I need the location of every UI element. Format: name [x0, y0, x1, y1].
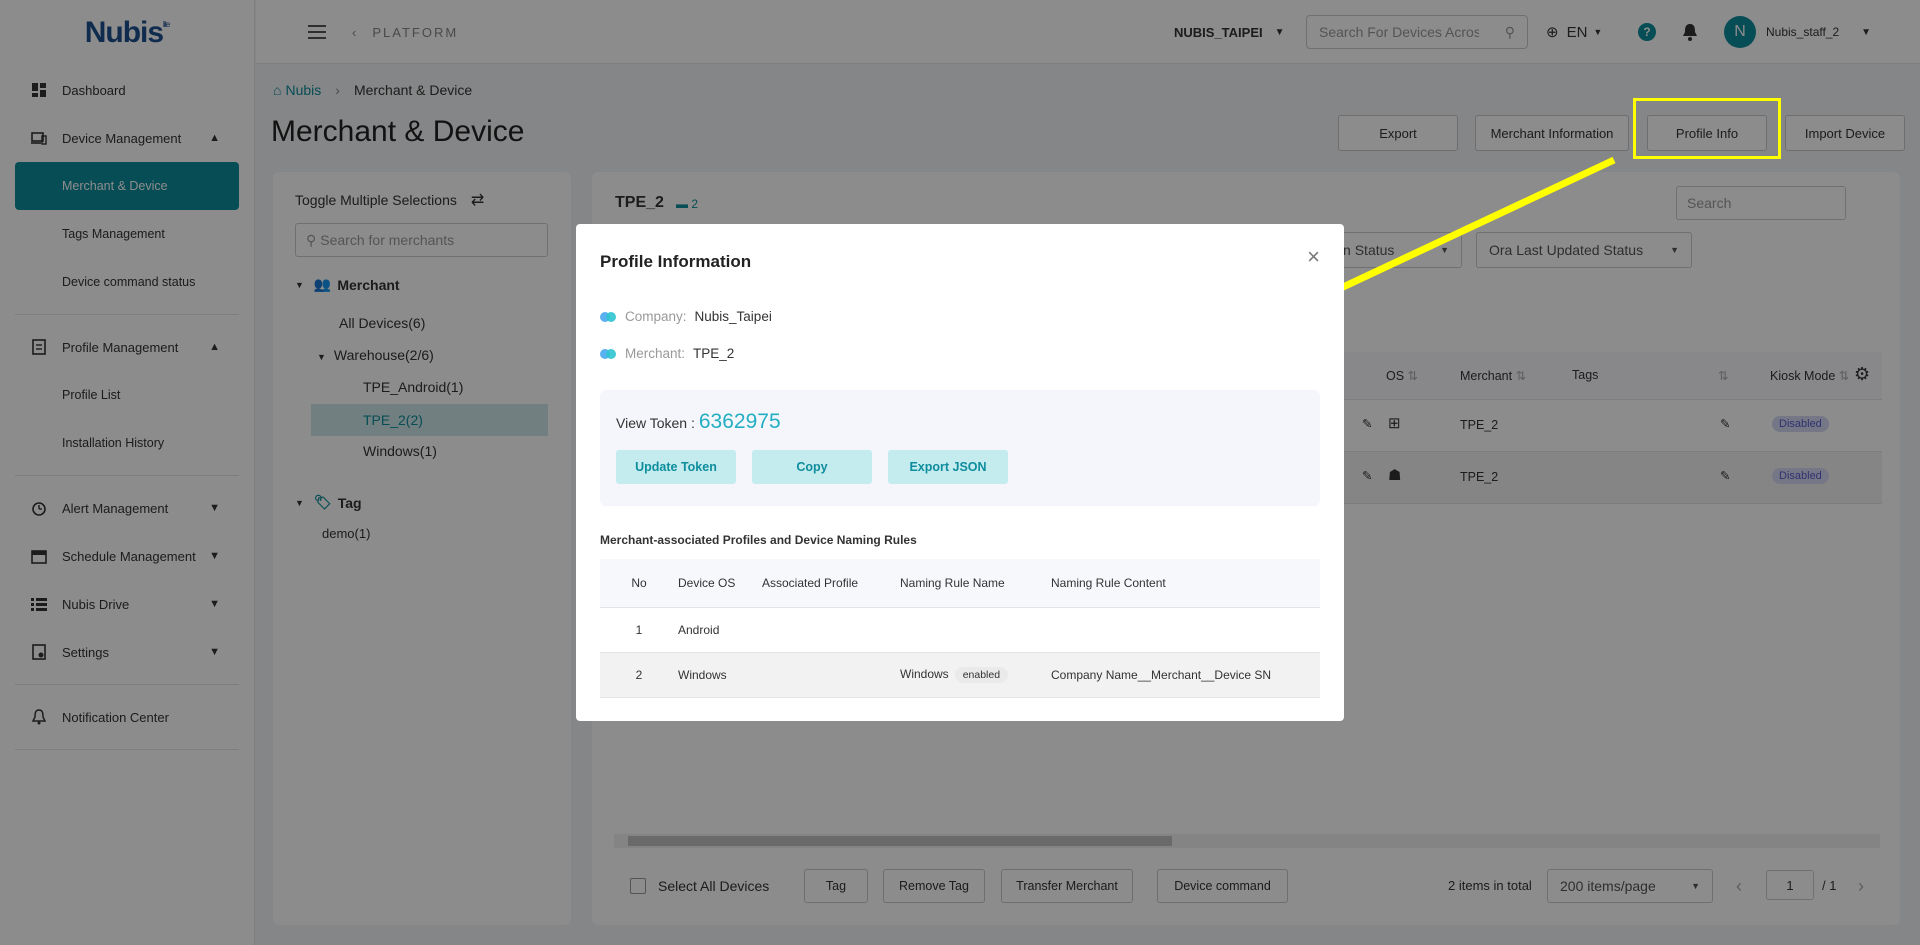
profile-information-modal: Profile Information × Company: Nubis_Taip… — [576, 224, 1344, 721]
section-title: Merchant-associated Profiles and Device … — [600, 533, 917, 547]
row-rule-name — [900, 607, 1051, 653]
row-os: Android — [678, 607, 762, 653]
info-dot-icon — [600, 348, 616, 359]
naming-rules-table: No Device OS Associated Profile Naming R… — [600, 559, 1320, 698]
token-label: View Token : — [616, 415, 695, 431]
row-no: 2 — [600, 652, 678, 698]
merchant-info: Merchant: TPE_2 — [600, 346, 734, 361]
column-associated-profile: Associated Profile — [762, 559, 900, 608]
info-dot-icon — [600, 311, 616, 322]
column-naming-rule-name: Naming Rule Name — [900, 559, 1051, 608]
row-os: Windows — [678, 652, 762, 698]
row-profile — [762, 652, 900, 698]
company-info: Company: Nubis_Taipei — [600, 309, 772, 324]
row-rule-name-cell: Windows enabled — [900, 652, 1051, 698]
column-device-os: Device OS — [678, 559, 762, 608]
copy-button[interactable]: Copy — [752, 450, 872, 484]
merchant-value: TPE_2 — [693, 346, 735, 361]
row-no: 1 — [600, 607, 678, 653]
token-value: 6362975 — [698, 410, 781, 433]
company-label: Company: — [625, 309, 687, 324]
token-box: View Token :6362975 Update Token Copy Ex… — [600, 390, 1320, 506]
view-token: View Token :6362975 — [616, 410, 781, 434]
company-value: Nubis_Taipei — [694, 309, 772, 324]
export-json-button[interactable]: Export JSON — [888, 450, 1008, 484]
close-icon[interactable]: × — [1307, 244, 1320, 270]
row-rule-content: Company Name__Merchant__Device SN — [1051, 652, 1320, 698]
update-token-button[interactable]: Update Token — [616, 450, 736, 484]
table-header-row: No Device OS Associated Profile Naming R… — [600, 559, 1320, 608]
row-profile — [762, 607, 900, 653]
table-row: 2 Windows Windows enabled Company Name__M… — [600, 652, 1320, 698]
column-naming-rule-content: Naming Rule Content — [1051, 559, 1320, 608]
merchant-label: Merchant: — [625, 346, 686, 361]
row-rule-name: Windows — [900, 666, 949, 681]
column-no: No — [600, 559, 678, 608]
status-badge: enabled — [954, 666, 1009, 683]
modal-title: Profile Information — [600, 252, 752, 271]
row-rule-content — [1051, 607, 1320, 653]
table-row: 1 Android — [600, 607, 1320, 653]
